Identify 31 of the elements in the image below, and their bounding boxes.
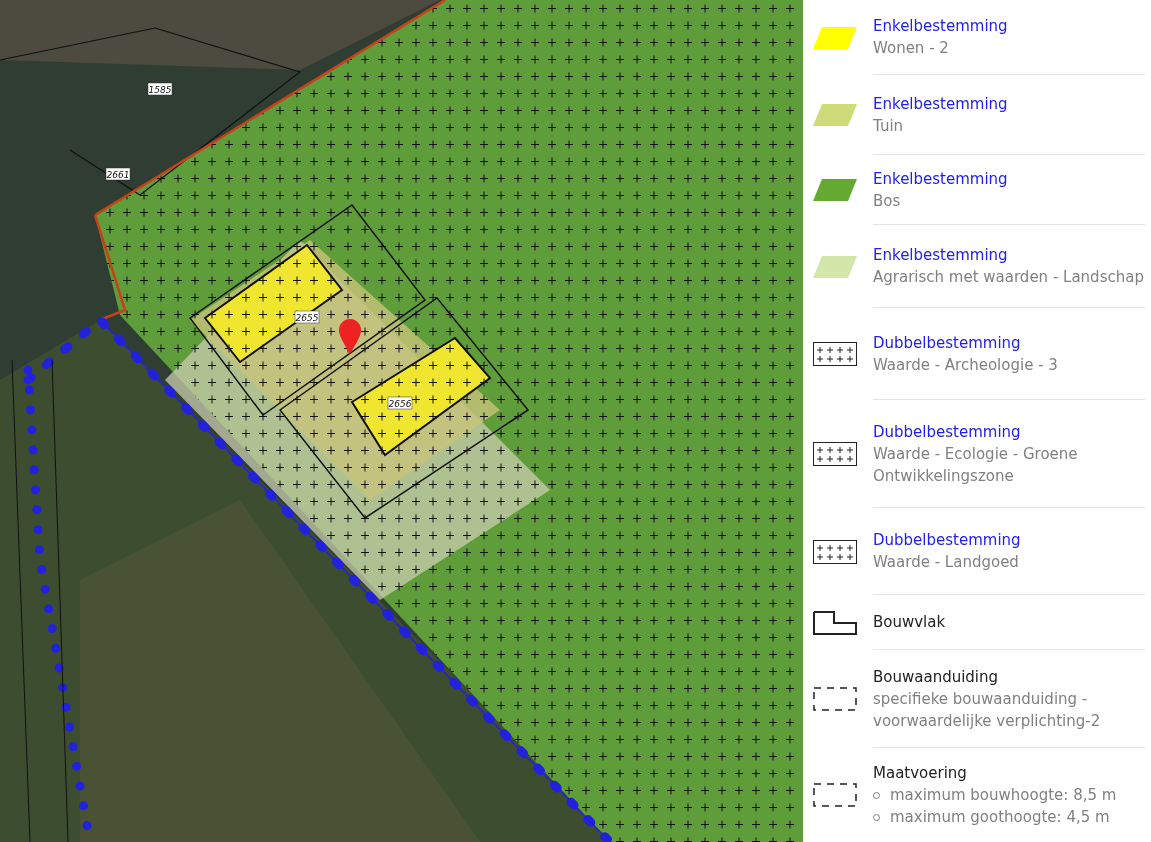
parcel-number: 1585: [147, 82, 173, 96]
legend-title-link[interactable]: Dubbelbestemming: [873, 529, 1145, 551]
legend-title-link[interactable]: Enkelbestemming: [873, 167, 1145, 190]
legend-value: maximum bouwhoogte: 8,5 m: [890, 785, 1117, 806]
legend-subtitle: Waarde - Ecologie - Groene Ontwikkelingszone: [873, 443, 1079, 487]
legend-subtitle: Agrarisch met waarden - Landschap: [873, 267, 1145, 288]
cross-pattern-icon: [813, 442, 857, 466]
parcel-number: 2655: [294, 310, 320, 324]
legend-title: Bouwvlak: [873, 612, 947, 633]
cross-pattern-icon: [813, 539, 857, 564]
legend-title-link[interactable]: Dubbelbestemming: [873, 420, 1145, 443]
legend-title: Bouwaanduiding: [873, 666, 1000, 688]
legend-title-link[interactable]: Enkelbestemming: [873, 92, 1145, 115]
legend-subtitle: Tuin: [873, 115, 905, 137]
legend-title: Maatvoering: [873, 763, 968, 784]
parcel-number: 2656: [387, 396, 413, 410]
legend-title-link[interactable]: Dubbelbestemming: [873, 331, 1145, 354]
map-pin-icon[interactable]: [339, 319, 361, 354]
dashed-rectangle-icon: [813, 687, 857, 711]
legend-subtitle: Waarde - Landgoed: [873, 552, 1020, 573]
legend-title-link[interactable]: Enkelbestemming: [873, 244, 1145, 266]
dashed-rectangle-icon: [813, 783, 857, 807]
parcel-number: 2661: [105, 167, 131, 181]
legend-subtitle: Bos: [873, 190, 902, 212]
legend-subtitle: Waarde - Archeologie - 3: [873, 354, 1059, 376]
legend-title-link[interactable]: Enkelbestemming: [873, 15, 1145, 37]
legend-subtitle: Wonen - 2: [873, 38, 950, 59]
cross-pattern-icon: [813, 342, 857, 366]
building-outline-icon: [813, 610, 857, 635]
legend-subtitle: specifieke bouwaanduiding - voorwaardelijke verplichting-2: [873, 688, 1102, 732]
legend-value: maximum goothoogte: 4,5 m: [890, 807, 1110, 828]
